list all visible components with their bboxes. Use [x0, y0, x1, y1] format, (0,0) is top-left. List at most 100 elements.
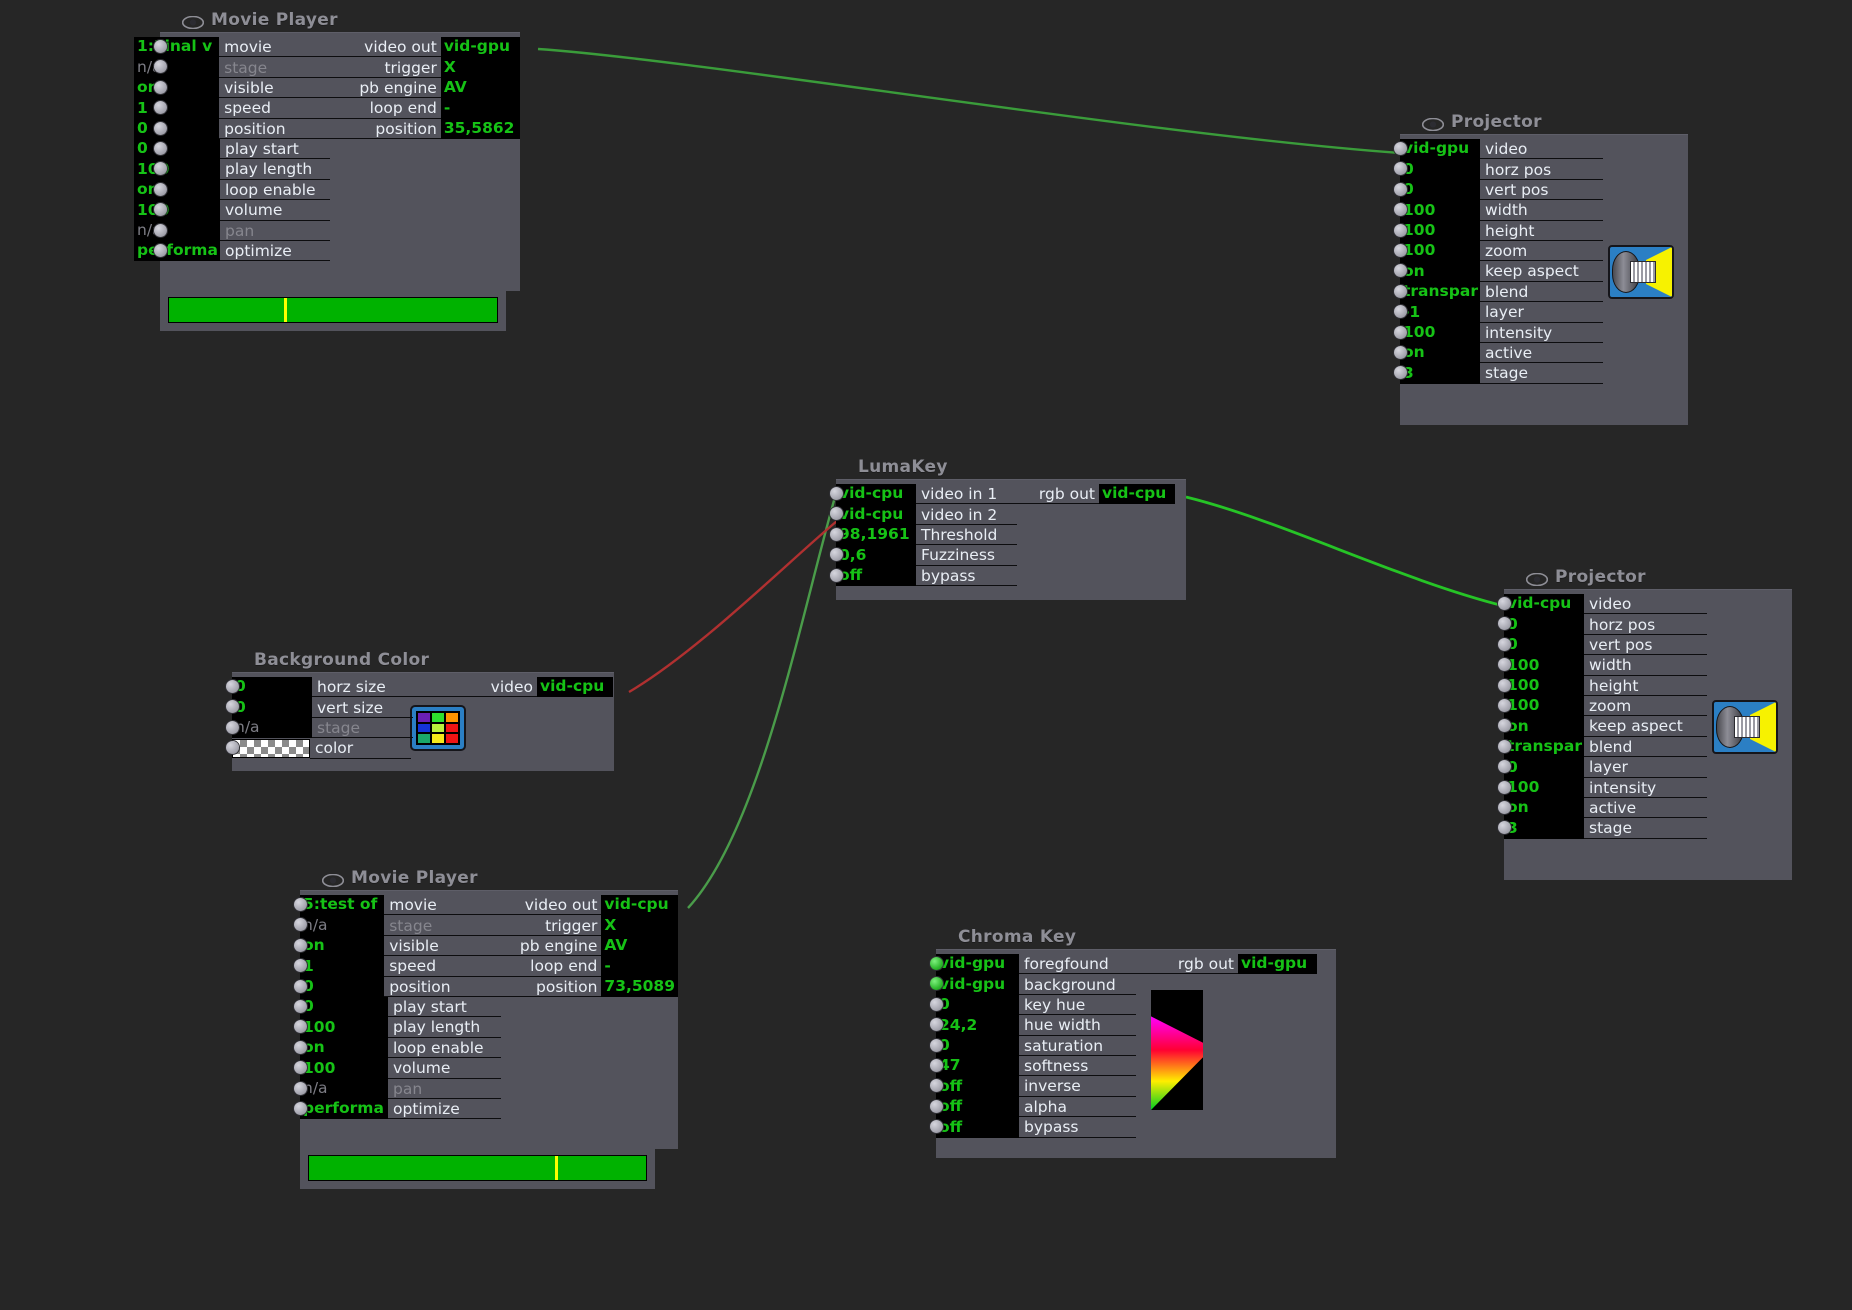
row-play-start[interactable]: 0 play start [294, 996, 678, 1018]
value-loop-end[interactable]: - [440, 98, 521, 119]
row-width[interactable]: 100 width [1498, 655, 1792, 676]
row-keep-aspect[interactable]: on keep aspect [1394, 261, 1688, 282]
value-pan[interactable]: n/a [134, 220, 220, 241]
port-blend[interactable] [1498, 739, 1511, 753]
row-stage[interactable]: 3 stage [1394, 363, 1688, 384]
row-volume[interactable]: 100 volume [134, 200, 520, 221]
row-pan[interactable]: n/a pan [134, 220, 520, 241]
color-swatch-transparent[interactable] [232, 739, 310, 759]
value-active[interactable]: on [1504, 797, 1584, 819]
value-blend[interactable]: transpar [1504, 736, 1584, 758]
port-optimize[interactable] [154, 243, 167, 257]
port-movie[interactable] [294, 898, 307, 911]
value-trigger[interactable]: X [601, 915, 678, 936]
value-visible[interactable]: on [134, 77, 220, 99]
value-background[interactable]: vid-gpu [936, 974, 1019, 995]
value-keep-aspect[interactable]: on [1400, 261, 1480, 282]
port-alpha[interactable] [930, 1099, 943, 1113]
row-horz-size[interactable]: 0 horz size video vid-cpu [226, 677, 614, 698]
row-bypass[interactable]: off bypass [830, 565, 1186, 586]
value-stage[interactable]: n/a [134, 57, 220, 78]
value-play-length[interactable]: 100 [300, 1017, 388, 1038]
row-volume[interactable]: 100 volume [294, 1058, 678, 1079]
port-zoom[interactable] [1498, 698, 1511, 712]
row-hue-width[interactable]: 24,2 hue width [930, 1015, 1336, 1036]
value-optimize[interactable]: performa [134, 240, 220, 262]
row-inverse[interactable]: off inverse [930, 1076, 1336, 1097]
value-position[interactable]: 0 [134, 118, 220, 139]
row-play-length[interactable]: 100 play length [294, 1017, 678, 1038]
node-lumakey[interactable]: LumaKey vid-cpu video in 1 rgb out vid-c… [830, 455, 1186, 600]
row-position[interactable]: 0 position position 73,5089 [294, 976, 678, 997]
row-movie[interactable]: 5:test of movie video out vid-cpu [294, 895, 678, 916]
value-height[interactable]: 100 [1504, 675, 1584, 696]
port-video[interactable] [1394, 142, 1407, 155]
port-height[interactable] [1498, 678, 1511, 692]
row-zoom[interactable]: 100 zoom [1498, 695, 1792, 717]
value-video-in-1[interactable]: vid-cpu [836, 484, 916, 505]
value-loop-enable[interactable]: on [300, 1037, 388, 1059]
row-video-in-1[interactable]: vid-cpu video in 1 rgb out vid-cpu [830, 484, 1186, 505]
row-vert-size[interactable]: 0 vert size [226, 697, 614, 718]
port-visible[interactable] [294, 938, 307, 952]
value-vert-size[interactable]: 0 [232, 697, 312, 718]
value-saturation[interactable]: 0 [936, 1035, 1019, 1056]
port-stage[interactable] [226, 720, 239, 734]
row-foreground[interactable]: vid-gpu foregfound rgb out vid-gpu [930, 954, 1336, 975]
port-softness[interactable] [930, 1058, 943, 1072]
node-projector-1[interactable]: Projector vid-gpu video 0 horz pos 0 ver… [1394, 110, 1688, 425]
port-movie[interactable] [154, 40, 167, 53]
row-color[interactable]: color [226, 738, 614, 759]
row-movie[interactable]: 1:Final v movie video out vid-gpu [134, 37, 521, 58]
value-optimize[interactable]: performa [300, 1098, 388, 1120]
value-vert-pos[interactable]: 0 [1400, 179, 1480, 201]
row-keep-aspect[interactable]: on keep aspect [1498, 716, 1792, 737]
port-active[interactable] [1498, 800, 1511, 814]
value-speed[interactable]: 1 [300, 956, 385, 977]
row-intensity[interactable]: 100 intensity [1498, 777, 1792, 798]
value-key-hue[interactable]: 0 [936, 994, 1019, 1016]
port-pan[interactable] [154, 223, 167, 237]
row-video[interactable]: vid-cpu video [1498, 594, 1792, 615]
row-stage[interactable]: n/a stage [226, 717, 614, 739]
value-pan[interactable]: n/a [300, 1078, 388, 1099]
value-horz-size[interactable]: 0 [232, 677, 312, 698]
value-layer[interactable]: 0 [1504, 757, 1584, 778]
value-loop-enable[interactable]: on [134, 179, 220, 201]
value-video[interactable]: vid-gpu [1400, 139, 1480, 160]
value-position[interactable]: 0 [300, 976, 385, 997]
row-vert-pos[interactable]: 0 vert pos [1394, 179, 1688, 201]
row-video[interactable]: vid-gpu video [1394, 139, 1688, 160]
value-height[interactable]: 100 [1400, 220, 1480, 241]
row-width[interactable]: 100 width [1394, 200, 1688, 221]
value-bypass[interactable]: off [836, 565, 916, 586]
value-stage[interactable]: 3 [1400, 363, 1480, 384]
row-layer[interactable]: -1 layer [1394, 302, 1688, 323]
value-zoom[interactable]: 100 [1400, 240, 1480, 262]
port-pan[interactable] [294, 1081, 307, 1095]
value-fuzziness[interactable]: 0,6 [836, 545, 916, 566]
value-inverse[interactable]: off [936, 1076, 1019, 1097]
value-movie[interactable]: 5:test of [300, 895, 385, 916]
port-height[interactable] [1394, 223, 1407, 237]
port-video[interactable] [1498, 597, 1511, 610]
row-background[interactable]: vid-gpu background [930, 974, 1336, 995]
value-movie[interactable]: 1:Final v [134, 37, 220, 58]
eye-icon[interactable] [1525, 571, 1549, 586]
value-video[interactable]: vid-cpu [1504, 594, 1584, 615]
value-visible[interactable]: on [300, 935, 385, 957]
value-blend[interactable]: transpar [1400, 281, 1480, 303]
row-play-length[interactable]: 100 play length [134, 159, 520, 180]
row-alpha[interactable]: off alpha [930, 1096, 1336, 1118]
value-loop-end[interactable]: - [601, 956, 678, 977]
row-stage[interactable]: 3 stage [1498, 818, 1792, 839]
port-intensity[interactable] [1394, 325, 1407, 339]
row-zoom[interactable]: 100 zoom [1394, 240, 1688, 262]
playback-progress-bar[interactable] [308, 1155, 647, 1181]
row-visible[interactable]: on visible pb engine AV [134, 77, 521, 99]
value-pb-engine[interactable]: AV [601, 935, 678, 957]
value-keep-aspect[interactable]: on [1504, 716, 1584, 737]
value-softness[interactable]: 47 [936, 1055, 1019, 1077]
value-speed[interactable]: 1 [134, 98, 220, 119]
playhead-marker[interactable] [555, 1156, 558, 1180]
